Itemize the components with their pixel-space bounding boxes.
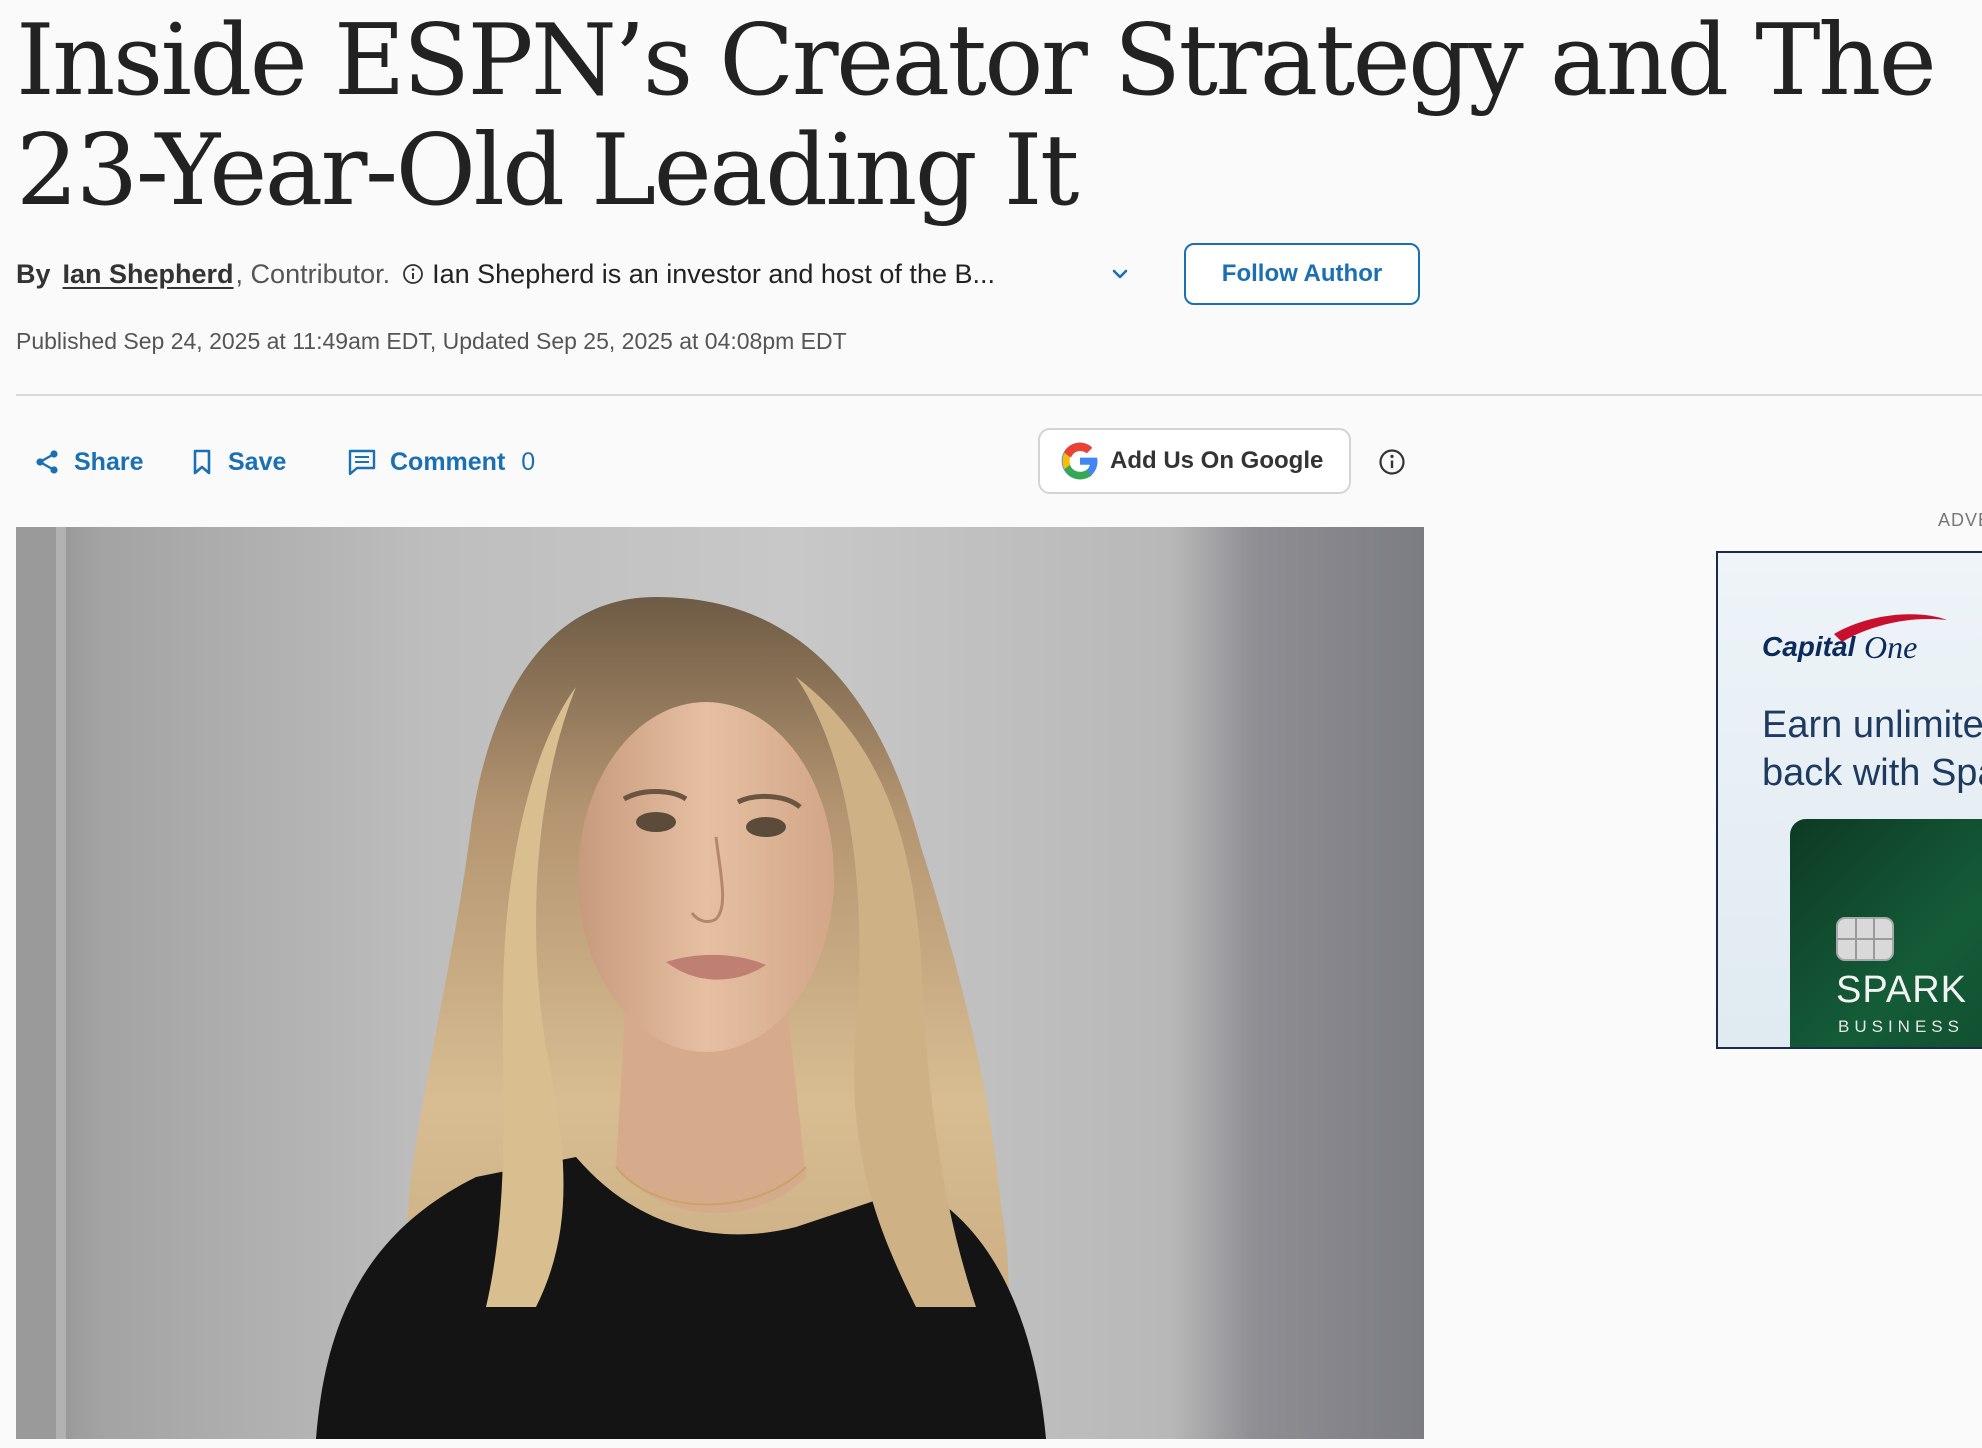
article-headline: Inside ESPN’s Creator Strategy and The 2…: [16, 4, 1937, 228]
byline: By Ian Shepherd , Contributor. Ian Sheph…: [16, 256, 995, 292]
advertisement-label: ADVE: [1938, 510, 1982, 530]
divider: [16, 394, 1982, 396]
info-icon[interactable]: [1378, 448, 1406, 476]
save-label: Save: [228, 447, 287, 476]
info-icon: [402, 263, 424, 285]
card-chip-icon: [1836, 917, 1894, 961]
card-subtitle: BUSINESS: [1838, 1017, 1964, 1036]
bookmark-icon: [193, 449, 211, 475]
comment-label: Comment: [390, 447, 506, 476]
add-us-on-google-button[interactable]: Add Us On Google: [1038, 428, 1351, 494]
comment-button[interactable]: Comment 0: [346, 442, 535, 482]
author-bio: Ian Shepherd is an investor and host of …: [432, 258, 995, 289]
ad-headline: Earn unlimitec back with Spa: [1762, 701, 1982, 797]
byline-by-label: By: [16, 258, 51, 289]
spark-business-card: SPARK BUSINESS: [1790, 819, 1982, 1047]
chevron-down-icon[interactable]: [1108, 262, 1132, 286]
save-button[interactable]: Save: [188, 442, 286, 482]
share-button[interactable]: Share: [32, 442, 143, 482]
author-link[interactable]: Ian Shepherd: [63, 259, 234, 290]
share-icon: [36, 450, 58, 474]
svg-text:Capital: Capital: [1762, 631, 1857, 662]
share-label: Share: [74, 447, 144, 476]
advertisement-banner[interactable]: Capital One Earn unlimitec back with Spa…: [1716, 551, 1982, 1049]
publish-dates: Published Sep 24, 2025 at 11:49am EDT, U…: [16, 328, 847, 354]
comment-icon: [348, 449, 376, 476]
card-name: SPARK: [1836, 969, 1968, 1011]
comment-count: 0: [521, 447, 536, 476]
svg-text:One: One: [1864, 629, 1917, 665]
hero-image: [16, 527, 1424, 1439]
author-role: , Contributor.: [235, 258, 391, 289]
ad-headline-line1: Earn unlimitec: [1762, 704, 1982, 746]
portrait-photo-icon: [16, 527, 1046, 1439]
ad-headline-line2: back with Spa: [1762, 752, 1982, 794]
google-label: Add Us On Google: [1110, 447, 1324, 474]
follow-author-button[interactable]: Follow Author: [1184, 243, 1420, 305]
google-g-icon: [1061, 442, 1098, 480]
capital-one-logo: Capital One: [1762, 614, 1947, 665]
